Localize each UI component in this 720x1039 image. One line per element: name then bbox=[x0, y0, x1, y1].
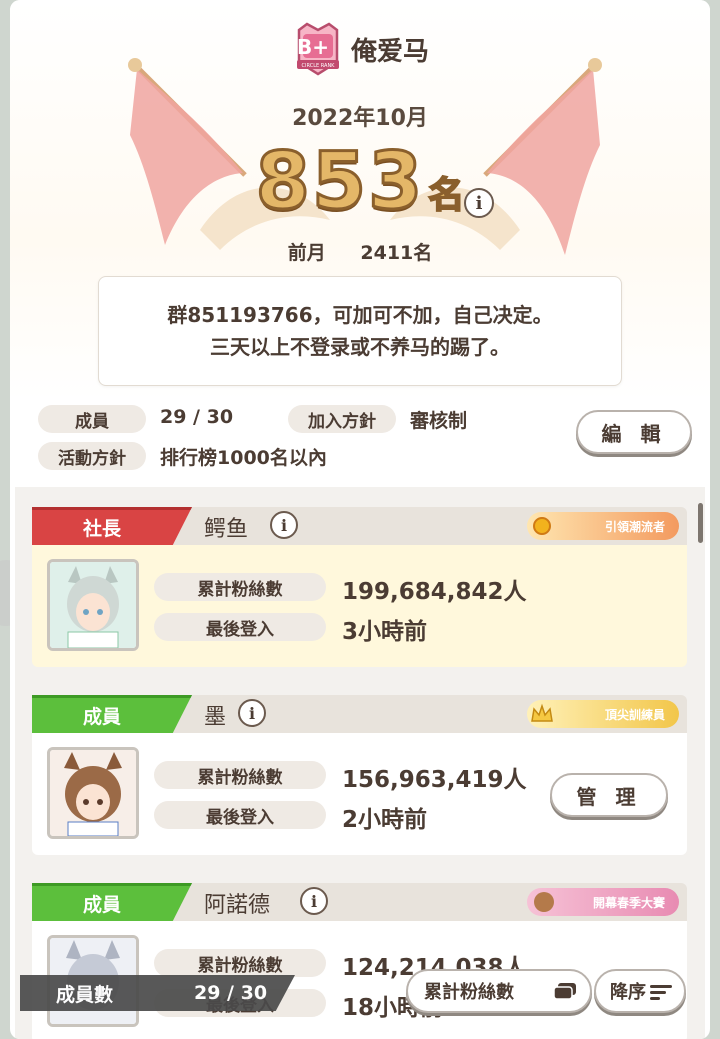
avatar[interactable] bbox=[47, 747, 139, 839]
avatar[interactable] bbox=[47, 559, 139, 651]
member-count-bar: 成員數 29 / 30 bbox=[20, 975, 295, 1011]
role-tag: 成員 bbox=[32, 883, 192, 921]
member-card-body: 累計粉絲數 156,963,419人 最後登入 2小時前 管 理 bbox=[32, 733, 687, 855]
manage-button[interactable]: 管 理 bbox=[550, 773, 668, 817]
club-header: B+ CIRCLE RANK 俺爱马 bbox=[10, 18, 710, 80]
fans-label: 累計粉絲數 bbox=[154, 573, 326, 601]
fans-value: 199,684,842人 bbox=[342, 579, 527, 605]
member-info-icon[interactable]: i bbox=[270, 511, 298, 539]
fans-label: 累計粉絲數 bbox=[154, 949, 326, 977]
sort-field-button[interactable]: 累計粉絲數 bbox=[406, 969, 592, 1013]
last-login-value: 3小時前 bbox=[342, 619, 428, 645]
members-label: 成員 bbox=[38, 405, 146, 433]
sort-order-button[interactable]: 降序 bbox=[594, 969, 686, 1013]
member-count-label: 成員數 bbox=[56, 983, 114, 1006]
trainer-title-badge[interactable]: 頂尖訓練員 bbox=[527, 700, 679, 728]
character-portrait-icon bbox=[50, 562, 136, 648]
member-list[interactable]: 社長 鳄鱼 i 引領潮流者 累計粉絲數 199,684,842人 最後登入 3小… bbox=[15, 487, 705, 1039]
ranking-month: 2022年10月 bbox=[292, 106, 428, 131]
previous-month-rank: 前月 2411名 bbox=[10, 238, 710, 265]
member-name: 墨 bbox=[204, 705, 227, 730]
trainer-title-badge[interactable]: 引領潮流者 bbox=[527, 512, 679, 540]
member-card[interactable]: 成員 墨 i 頂尖訓練員 累計粉絲數 156,963,419人 最後登入 2小時… bbox=[32, 695, 687, 855]
rank-unit: 名 bbox=[427, 174, 465, 217]
role-tag: 社長 bbox=[32, 507, 192, 545]
member-card-body: 累計粉絲數 199,684,842人 最後登入 3小時前 bbox=[32, 545, 687, 667]
sort-field-label: 累計粉絲數 bbox=[424, 982, 514, 1003]
crown-icon bbox=[531, 703, 553, 722]
member-card-header: 社長 鳄鱼 i 引領潮流者 bbox=[32, 507, 687, 545]
rank-display: 853 名 bbox=[10, 137, 710, 228]
trainer-title: 引領潮流者 bbox=[604, 519, 665, 534]
sort-order-label: 降序 bbox=[610, 982, 646, 1003]
description-line-1: 群851193766，可加可不加，自己决定。 bbox=[167, 303, 553, 327]
member-info-icon[interactable]: i bbox=[300, 887, 328, 915]
prev-month-value: 2411名 bbox=[360, 242, 433, 264]
horse-girl-icon bbox=[534, 892, 554, 912]
member-card-header: 成員 阿諾德 i 開幕春季大賽 bbox=[32, 883, 687, 921]
activity-policy-value: 排行榜1000名以內 bbox=[160, 447, 327, 469]
member-count-value: 29 / 30 bbox=[194, 982, 268, 1004]
sort-toggle-icon bbox=[553, 983, 576, 1000]
join-policy-label: 加入方針 bbox=[288, 405, 396, 433]
member-name: 鳄鱼 bbox=[204, 517, 249, 542]
member-card-header: 成員 墨 i 頂尖訓練員 bbox=[32, 695, 687, 733]
edit-button[interactable]: 編 輯 bbox=[576, 410, 692, 454]
member-card[interactable]: 成員 阿諾德 i 開幕春季大賽 累計粉絲數 124,214,038人 18小時前 bbox=[32, 883, 687, 1039]
character-portrait-icon bbox=[50, 750, 136, 836]
join-policy-value: 審核制 bbox=[410, 410, 468, 432]
fans-label: 累計粉絲數 bbox=[154, 761, 326, 789]
club-name: 俺爱马 bbox=[350, 36, 429, 67]
last-login-label: 最後登入 bbox=[154, 613, 326, 641]
rank-number: 853 bbox=[254, 137, 425, 228]
description-line-2: 三天以上不登录或不养马的踢了。 bbox=[210, 335, 510, 359]
club-panel: B+ CIRCLE RANK 俺爱马 2022年10月 853 名 i 前月 2… bbox=[10, 0, 710, 1039]
rank-badge-letter: B+ bbox=[297, 35, 329, 59]
sun-icon bbox=[533, 517, 551, 535]
trainer-title-badge[interactable]: 開幕春季大賽 bbox=[527, 888, 679, 916]
member-info-icon[interactable]: i bbox=[238, 699, 266, 727]
role-tag: 成員 bbox=[32, 695, 192, 733]
fans-value: 156,963,419人 bbox=[342, 767, 527, 793]
member-name: 阿諾德 bbox=[204, 893, 271, 918]
activity-policy-label: 活動方針 bbox=[38, 442, 146, 470]
prev-month-label: 前月 bbox=[287, 242, 326, 264]
rank-badge-caption: CIRCLE RANK bbox=[302, 63, 336, 69]
members-value: 29 / 30 bbox=[160, 406, 234, 428]
rank-info-icon[interactable]: i bbox=[464, 188, 494, 218]
sort-lines-icon bbox=[650, 985, 672, 1000]
last-login-value: 2小時前 bbox=[342, 807, 428, 833]
last-login-label: 最後登入 bbox=[154, 801, 326, 829]
trainer-title: 頂尖訓練員 bbox=[604, 707, 665, 722]
member-card[interactable]: 社長 鳄鱼 i 引領潮流者 累計粉絲數 199,684,842人 最後登入 3小… bbox=[32, 507, 687, 667]
circle-rank-badge: B+ CIRCLE RANK bbox=[297, 22, 339, 76]
trainer-title: 開幕春季大賽 bbox=[592, 895, 665, 910]
club-description: 群851193766，可加可不加，自己决定。 三天以上不登录或不养马的踢了。 bbox=[98, 276, 622, 386]
list-scrollbar[interactable] bbox=[698, 503, 703, 543]
